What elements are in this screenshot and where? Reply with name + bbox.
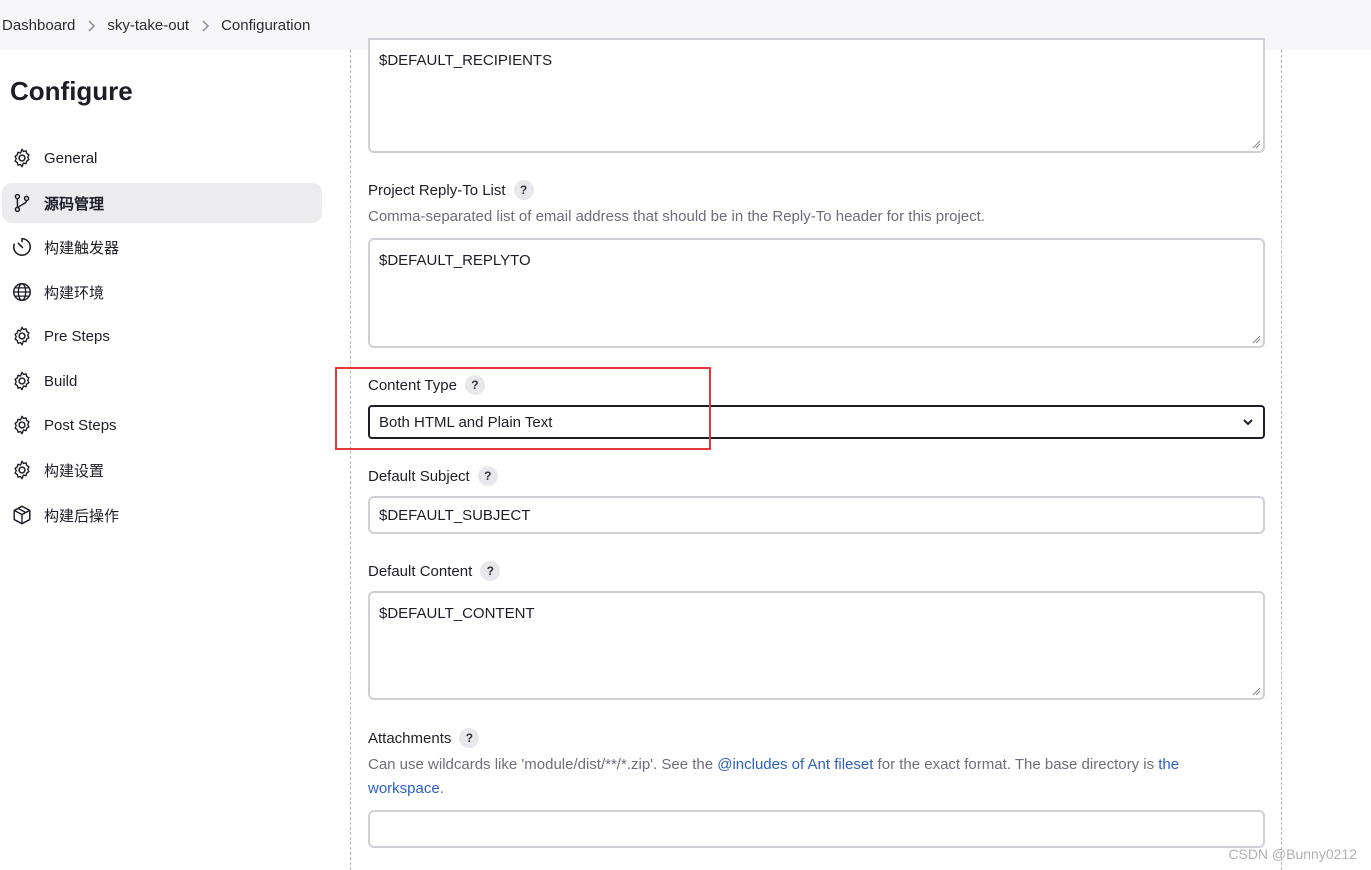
- sidebar-item-build[interactable]: Build: [2, 361, 322, 401]
- sidebar-item-build-triggers[interactable]: 构建触发器: [2, 227, 322, 267]
- sidebar-item-post-steps[interactable]: Post Steps: [2, 405, 322, 445]
- watermark: CSDN @Bunny0212: [1228, 846, 1357, 862]
- globe-icon: [10, 280, 34, 304]
- reply-to-description: Comma-separated list of email address th…: [368, 208, 985, 225]
- section-border-right: [1281, 50, 1282, 870]
- sidebar-item-build-settings[interactable]: 构建设置: [2, 450, 322, 490]
- content-type-label-text: Content Type: [368, 376, 457, 394]
- default-content-value: $DEFAULT_CONTENT: [379, 605, 535, 622]
- ant-fileset-link[interactable]: @includes of Ant fileset: [717, 756, 873, 773]
- content-type-label: Content Type ?: [368, 375, 485, 395]
- sidebar: Configure General 源码管理 构建触发器 构建环境 Pre St…: [0, 50, 330, 870]
- sidebar-item-post-build-actions[interactable]: 构建后操作: [2, 495, 322, 535]
- sidebar-item-pre-steps[interactable]: Pre Steps: [2, 316, 322, 356]
- branch-icon: [10, 191, 34, 215]
- resize-grip-icon[interactable]: [1251, 334, 1261, 344]
- default-subject-value: $DEFAULT_SUBJECT: [379, 506, 531, 524]
- package-icon: [10, 503, 34, 527]
- gear-icon: [10, 146, 34, 170]
- sidebar-item-label: 构建后操作: [44, 507, 120, 525]
- default-content-textarea[interactable]: $DEFAULT_CONTENT: [368, 591, 1265, 700]
- attachments-description: Can use wildcards like 'module/dist/**/*…: [368, 753, 1248, 801]
- recipients-value: $DEFAULT_RECIPIENTS: [379, 52, 553, 69]
- sidebar-item-label: Build: [44, 372, 78, 390]
- resize-grip-icon[interactable]: [1251, 686, 1261, 696]
- chevron-right-icon: [189, 17, 221, 34]
- help-icon[interactable]: ?: [513, 180, 534, 200]
- default-subject-label: Default Subject ?: [368, 466, 498, 486]
- sidebar-item-general[interactable]: General: [2, 138, 322, 178]
- reply-to-textarea[interactable]: $DEFAULT_REPLYTO: [368, 238, 1265, 348]
- resize-grip-icon[interactable]: [1251, 139, 1261, 149]
- attachments-label-text: Attachments: [368, 729, 452, 747]
- breadcrumb-dashboard[interactable]: Dashboard: [2, 17, 75, 34]
- help-icon[interactable]: ?: [477, 466, 498, 486]
- reply-to-label-text: Project Reply-To List: [368, 181, 506, 199]
- reply-to-label: Project Reply-To List ?: [368, 180, 534, 200]
- chevron-right-icon: [75, 17, 107, 34]
- attachments-desc-middle: for the exact format. The base directory…: [873, 756, 1159, 773]
- page-title: Configure: [10, 76, 133, 106]
- breadcrumb-project[interactable]: sky-take-out: [107, 17, 189, 34]
- default-content-label: Default Content ?: [368, 561, 501, 581]
- recipients-textarea[interactable]: $DEFAULT_RECIPIENTS: [368, 38, 1265, 153]
- sidebar-item-label: 源码管理: [44, 195, 105, 213]
- attachments-desc-before: Can use wildcards like 'module/dist/**/*…: [368, 756, 718, 773]
- attachments-desc-after: .: [439, 780, 444, 797]
- default-subject-label-text: Default Subject: [368, 467, 470, 485]
- sidebar-item-label: Post Steps: [44, 416, 117, 434]
- sidebar-item-label: 构建触发器: [44, 239, 120, 257]
- sidebar-item-label: Pre Steps: [44, 327, 110, 345]
- chevron-down-icon: [1243, 419, 1253, 426]
- sidebar-item-label: 构建设置: [44, 462, 105, 480]
- reply-to-value: $DEFAULT_REPLYTO: [379, 252, 531, 269]
- attachments-input[interactable]: [368, 810, 1265, 848]
- gear-icon: [10, 369, 34, 393]
- breadcrumb-configuration[interactable]: Configuration: [221, 17, 310, 34]
- content-type-select[interactable]: Both HTML and Plain Text: [368, 405, 1265, 439]
- attachments-label: Attachments ?: [368, 728, 480, 748]
- section-border-left: [350, 50, 351, 870]
- content-type-selected: Both HTML and Plain Text: [379, 413, 553, 431]
- default-content-label-text: Default Content: [368, 562, 473, 580]
- gear-icon: [10, 413, 34, 437]
- sidebar-item-source-control[interactable]: 源码管理: [2, 183, 322, 223]
- help-icon[interactable]: ?: [480, 561, 501, 581]
- help-icon[interactable]: ?: [459, 728, 480, 748]
- sidebar-item-build-environment[interactable]: 构建环境: [2, 272, 322, 312]
- sidebar-item-label: General: [44, 149, 98, 167]
- clock-icon: [10, 235, 34, 259]
- gear-icon: [10, 458, 34, 482]
- help-icon[interactable]: ?: [464, 375, 485, 395]
- sidebar-item-label: 构建环境: [44, 284, 105, 302]
- default-subject-input[interactable]: $DEFAULT_SUBJECT: [368, 496, 1265, 534]
- gear-icon: [10, 324, 34, 348]
